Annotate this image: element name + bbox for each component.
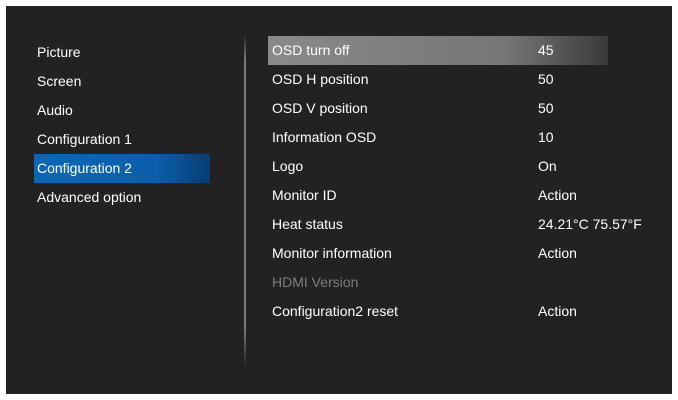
osd-window: Picture Screen Audio Configuration 1 Con… bbox=[6, 6, 672, 394]
setting-value: 45 bbox=[538, 42, 554, 58]
settings-list: OSD turn off 45 OSD H position 50 OSD V … bbox=[268, 36, 642, 326]
setting-value: 24.21°C 75.57°F bbox=[538, 216, 642, 232]
setting-row-osd-v-position[interactable]: OSD V position 50 bbox=[268, 94, 608, 123]
setting-label: OSD V position bbox=[272, 100, 368, 116]
setting-row-configuration2-reset[interactable]: Configuration2 reset Action bbox=[268, 297, 608, 326]
setting-row-information-osd[interactable]: Information OSD 10 bbox=[268, 123, 608, 152]
setting-value: On bbox=[538, 158, 557, 174]
setting-label: HDMI Version bbox=[272, 274, 359, 290]
menu-item-audio[interactable]: Audio bbox=[34, 96, 210, 125]
setting-label: Monitor ID bbox=[272, 187, 337, 203]
setting-value: Action bbox=[538, 245, 577, 261]
setting-row-monitor-id[interactable]: Monitor ID Action bbox=[268, 181, 608, 210]
setting-row-heat-status[interactable]: Heat status 24.21°C 75.57°F bbox=[268, 210, 642, 239]
menu-item-screen[interactable]: Screen bbox=[34, 67, 210, 96]
menu-item-configuration-1[interactable]: Configuration 1 bbox=[34, 125, 210, 154]
setting-label: Logo bbox=[272, 158, 304, 174]
setting-value: Action bbox=[538, 303, 577, 319]
setting-label: Information OSD bbox=[272, 129, 377, 145]
setting-label: Monitor information bbox=[272, 245, 392, 261]
main-menu: Picture Screen Audio Configuration 1 Con… bbox=[34, 38, 210, 212]
setting-label: Heat status bbox=[272, 216, 343, 232]
setting-row-logo[interactable]: Logo On bbox=[268, 152, 608, 181]
setting-label: Configuration2 reset bbox=[272, 303, 399, 319]
setting-value: Action bbox=[538, 187, 577, 203]
setting-row-osd-h-position[interactable]: OSD H position 50 bbox=[268, 65, 608, 94]
setting-row-osd-turn-off[interactable]: OSD turn off 45 bbox=[268, 36, 608, 65]
menu-item-picture[interactable]: Picture bbox=[34, 38, 210, 67]
menu-divider bbox=[244, 34, 246, 368]
menu-item-configuration-2[interactable]: Configuration 2 bbox=[34, 154, 210, 183]
setting-value: 10 bbox=[538, 129, 554, 145]
setting-label: OSD H position bbox=[272, 71, 369, 87]
setting-row-monitor-information[interactable]: Monitor information Action bbox=[268, 239, 608, 268]
setting-label: OSD turn off bbox=[272, 42, 350, 58]
setting-value: 50 bbox=[538, 71, 554, 87]
setting-row-hdmi-version: HDMI Version bbox=[268, 268, 608, 297]
setting-value: 50 bbox=[538, 100, 554, 116]
menu-item-advanced-option[interactable]: Advanced option bbox=[34, 183, 210, 212]
